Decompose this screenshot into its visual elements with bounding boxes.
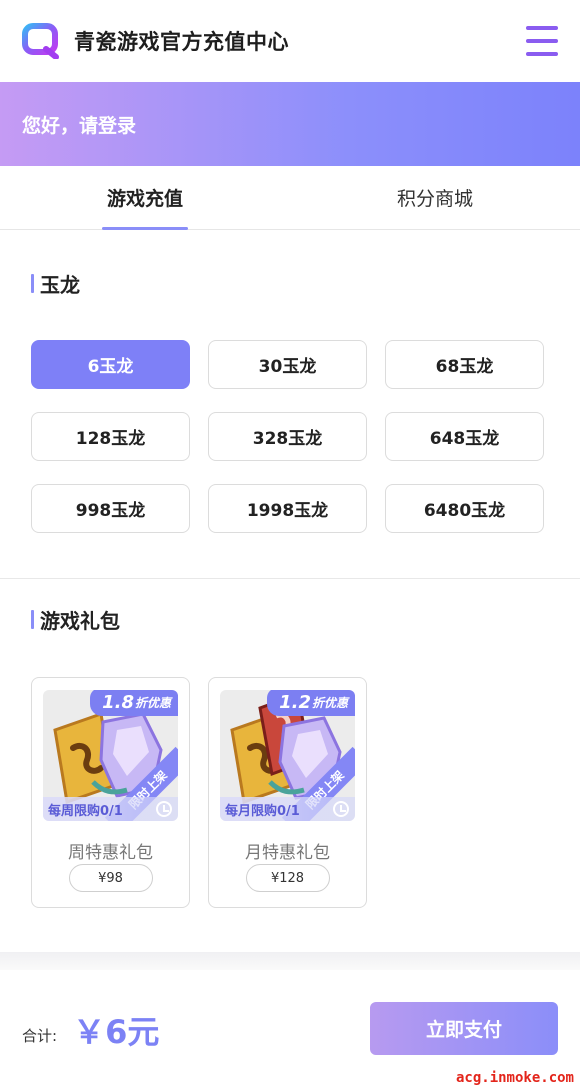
section-title-text: 玉龙 [40, 273, 80, 297]
gift-price[interactable]: ¥98 [68, 864, 153, 892]
amount-option[interactable]: 68玉龙 [385, 340, 544, 389]
total-amount: ￥6元 [73, 1012, 160, 1051]
total-label: 合计: [22, 1027, 58, 1045]
section-title: 游戏礼包 [31, 605, 549, 634]
login-link[interactable]: 您好，请登录 [22, 111, 136, 138]
gift-name: 周特惠礼包 [68, 843, 153, 863]
amount-option[interactable]: 6480玉龙 [385, 484, 544, 533]
page-title: 青瓷游戏官方充值中心 [74, 30, 289, 54]
currency-section: 玉龙 6玉龙 30玉龙 68玉龙 128玉龙 328玉龙 648玉龙 998玉龙… [0, 230, 580, 579]
gift-price[interactable]: ¥128 [245, 864, 330, 892]
amount-option[interactable]: 128玉龙 [31, 412, 190, 461]
gift-image: 1.2 折优惠 限时上架 每月限购0/1 [220, 690, 355, 821]
amount-options: 6玉龙 30玉龙 68玉龙 128玉龙 328玉龙 648玉龙 998玉龙 19… [31, 340, 549, 533]
pay-now-button[interactable]: 立即支付 [370, 1002, 558, 1055]
gift-card-monthly[interactable]: 1.2 折优惠 限时上架 每月限购0/1 月特惠礼包 ¥128 [208, 677, 367, 908]
section-title: 玉龙 [31, 269, 549, 298]
q-logo-icon [22, 23, 60, 60]
amount-option[interactable]: 6玉龙 [31, 340, 190, 389]
gift-card-weekly[interactable]: 1.8 折优惠 限时上架 每周限购0/1 周特惠礼包 ¥98 [31, 677, 190, 908]
section-title-text: 游戏礼包 [40, 609, 120, 633]
amount-option[interactable]: 648玉龙 [385, 412, 544, 461]
watermark: acg.inmoke.com [455, 1070, 574, 1086]
gift-image: 1.8 折优惠 限时上架 每周限购0/1 [43, 690, 178, 821]
login-banner: 您好，请登录 [0, 82, 580, 166]
header: 青瓷游戏官方充值中心 [0, 0, 580, 82]
tab-bar: 游戏充值 积分商城 [0, 166, 580, 230]
tab-points-mall[interactable]: 积分商城 [290, 166, 580, 229]
clock-icon [333, 801, 349, 817]
title-accent-bar [31, 610, 34, 629]
discount-badge: 1.8 折优惠 [90, 690, 178, 716]
clock-icon [156, 801, 172, 817]
gift-section: 游戏礼包 1.8 折优惠 限时上架 每周限购0/1 周特惠礼包 ¥98 1.2 … [0, 579, 580, 908]
tab-game-recharge[interactable]: 游戏充值 [0, 166, 290, 229]
gift-name: 月特惠礼包 [245, 843, 330, 863]
gift-list: 1.8 折优惠 限时上架 每周限购0/1 周特惠礼包 ¥98 1.2 折优惠 限… [31, 677, 549, 908]
section-divider [0, 952, 580, 970]
hamburger-menu-icon[interactable] [526, 26, 558, 56]
discount-badge: 1.2 折优惠 [267, 690, 355, 716]
title-accent-bar [31, 274, 34, 293]
amount-option[interactable]: 1998玉龙 [208, 484, 367, 533]
amount-option[interactable]: 328玉龙 [208, 412, 367, 461]
amount-option[interactable]: 998玉龙 [31, 484, 190, 533]
amount-option[interactable]: 30玉龙 [208, 340, 367, 389]
